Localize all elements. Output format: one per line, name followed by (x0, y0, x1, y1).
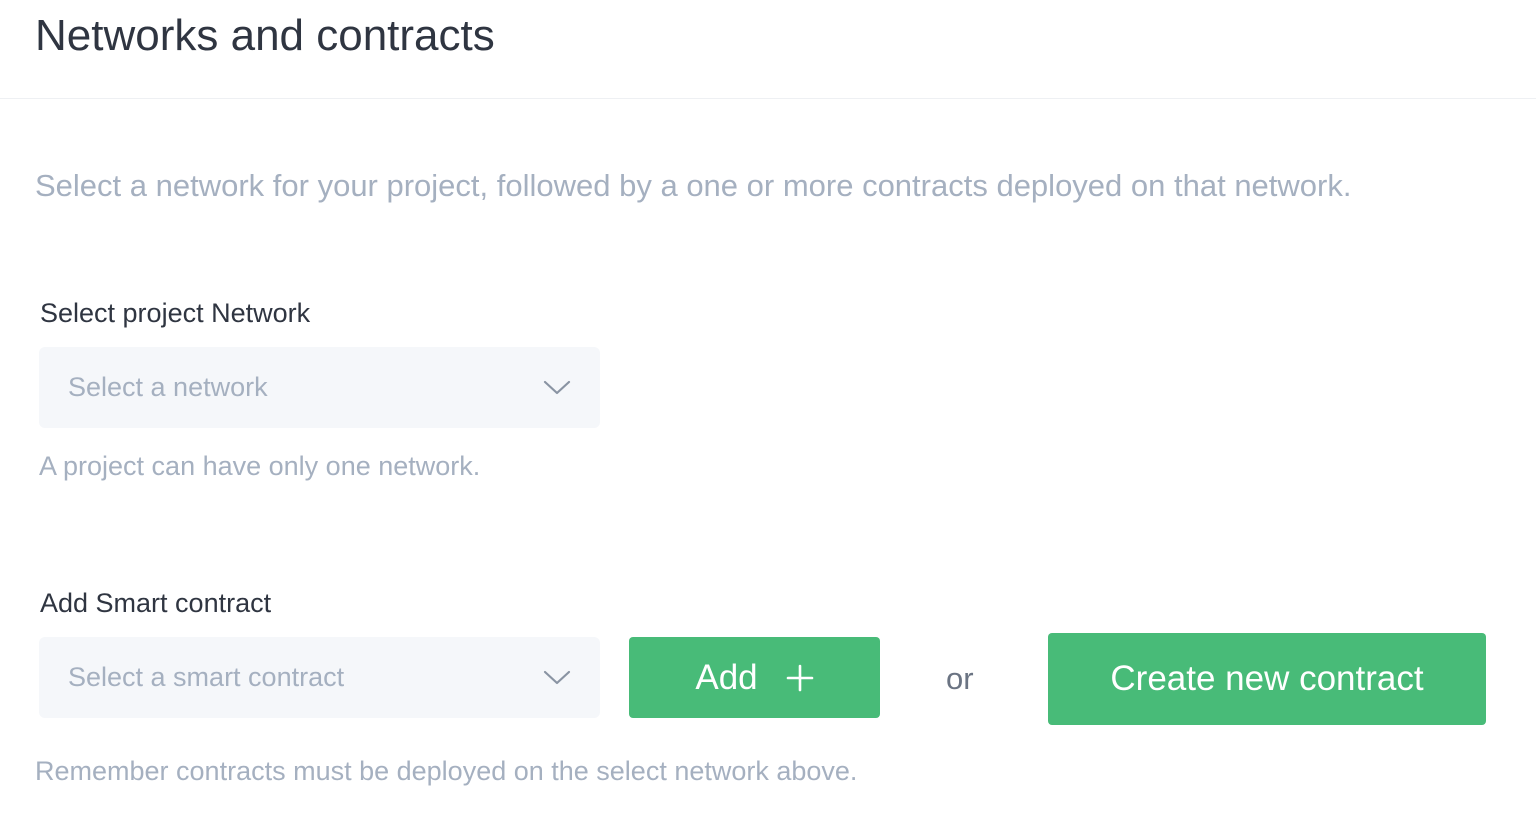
contract-label: Add Smart contract (40, 588, 272, 618)
chevron-down-icon (543, 670, 571, 685)
networks-and-contracts-page: Networks and contracts Select a network … (0, 0, 1536, 832)
contract-select-placeholder: Select a smart contract (68, 662, 345, 692)
network-select[interactable]: Select a network (39, 347, 600, 428)
intro-text: Select a network for your project, follo… (35, 168, 1352, 203)
add-contract-button[interactable]: Add (629, 637, 880, 718)
network-helper-text: A project can have only one network. (39, 451, 481, 481)
header-divider (0, 98, 1536, 99)
create-button-label: Create new contract (1110, 659, 1424, 698)
or-separator: or (946, 661, 974, 696)
add-button-label: Add (695, 657, 758, 697)
contract-helper-text: Remember contracts must be deployed on t… (35, 756, 858, 786)
page-title: Networks and contracts (35, 11, 495, 60)
plus-icon (786, 664, 813, 691)
create-new-contract-button[interactable]: Create new contract (1048, 633, 1486, 725)
contract-select[interactable]: Select a smart contract (39, 637, 600, 718)
network-label: Select project Network (40, 298, 311, 328)
chevron-down-icon (543, 380, 571, 395)
network-select-placeholder: Select a network (68, 372, 268, 402)
